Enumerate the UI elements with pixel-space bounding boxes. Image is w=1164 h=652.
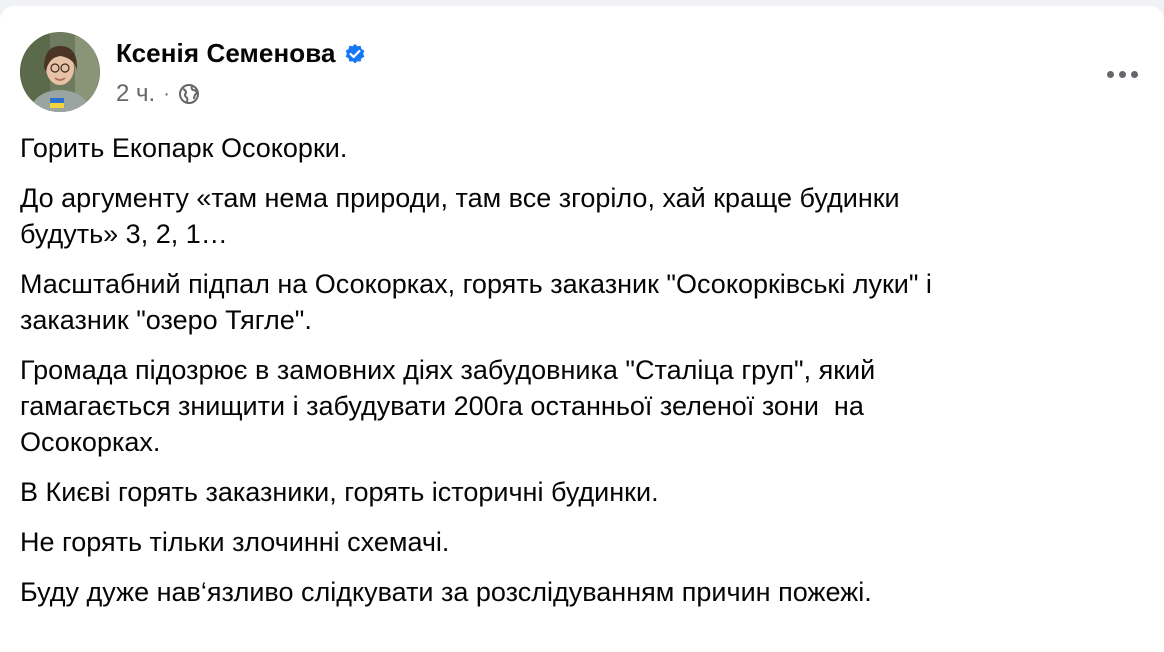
more-options-icon bbox=[1118, 70, 1126, 78]
avatar-image bbox=[20, 32, 100, 112]
post-paragraph: В Києві горять заказники, горять історич… bbox=[20, 477, 659, 507]
post-meta: 2 ч. · bbox=[116, 80, 200, 108]
more-options-icon bbox=[1106, 70, 1114, 78]
post-paragraph: До аргументу «там нема природи, там все … bbox=[20, 183, 900, 249]
post-text: Горить Екопарк Осокорки. До аргументу «т… bbox=[20, 130, 1130, 624]
post-paragraph: Буду дуже нав‘язливо слідкувати за розсл… bbox=[20, 577, 872, 607]
author-name[interactable]: Ксенія Семенова bbox=[116, 38, 336, 69]
post-timestamp[interactable]: 2 ч. bbox=[116, 80, 155, 108]
verified-badge-icon bbox=[344, 43, 366, 65]
meta-separator: · bbox=[163, 82, 170, 105]
author-line: Ксенія Семенова bbox=[116, 38, 366, 69]
post-paragraph: Масштабний підпал на Осокорках, горять з… bbox=[20, 269, 932, 335]
more-options-icon bbox=[1130, 70, 1138, 78]
more-options-button[interactable] bbox=[1102, 60, 1142, 88]
post-header: Ксенія Семенова 2 ч. · bbox=[20, 32, 1144, 114]
post-paragraph: Не горять тільки злочинні схемачі. bbox=[20, 527, 450, 557]
post-paragraph: Горить Екопарк Осокорки. bbox=[20, 133, 348, 163]
post-card: Ксенія Семенова 2 ч. · Горить Екопарк Ос… bbox=[0, 6, 1164, 652]
globe-icon[interactable] bbox=[178, 83, 200, 105]
author-avatar[interactable] bbox=[20, 32, 100, 112]
post-paragraph: Громада підозрює в замовних діях забудов… bbox=[20, 355, 876, 457]
